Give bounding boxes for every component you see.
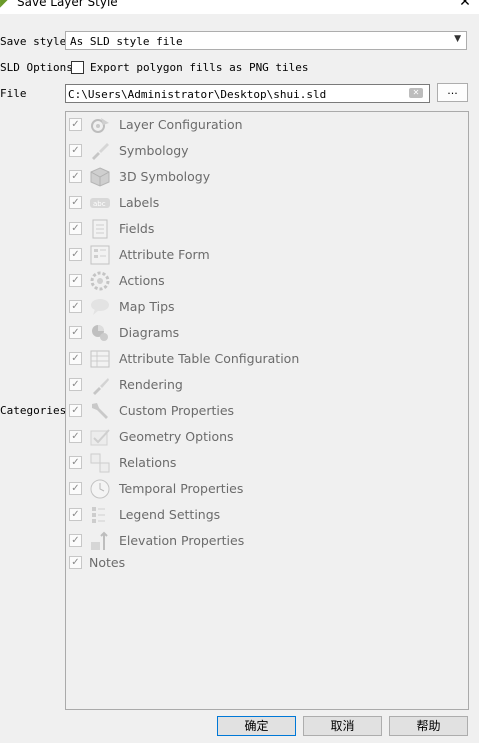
form-icon <box>90 245 110 265</box>
category-label: Diagrams <box>119 325 180 340</box>
symbology-brush-icon <box>92 143 109 160</box>
categories-label: Categories <box>0 404 67 417</box>
category-label: Labels <box>119 195 160 210</box>
geometry-check-icon <box>90 429 110 446</box>
category-label: Layer Configuration <box>119 117 243 132</box>
category-label: Legend Settings <box>119 507 221 522</box>
svg-text:abc: abc <box>93 200 106 208</box>
category-checkbox[interactable]: ✓ <box>69 352 82 365</box>
category-label: Actions <box>119 273 165 288</box>
cancel-button[interactable]: 取消 <box>303 716 382 736</box>
category-checkbox[interactable]: ✓ <box>69 556 82 569</box>
title-bar: ◤ Save Layer Style ✕ <box>0 0 479 14</box>
window-title: Save Layer Style <box>17 0 118 9</box>
file-path-value: C:\Users\Administrator\Desktop\shui.sld <box>68 88 327 101</box>
export-png-tiles-label[interactable]: Export polygon fills as PNG tiles <box>90 61 309 74</box>
category-checkbox[interactable]: ✓ <box>69 482 82 495</box>
category-label: Attribute Table Configuration <box>119 351 300 366</box>
file-label: File <box>0 87 27 100</box>
category-checkbox[interactable]: ✓ <box>69 248 82 261</box>
category-checkbox[interactable]: ✓ <box>69 326 82 339</box>
export-png-tiles-checkbox[interactable] <box>71 61 84 74</box>
category-checkbox[interactable]: ✓ <box>69 534 82 547</box>
chevron-down-icon: ▼ <box>454 34 461 44</box>
category-label: Fields <box>119 221 155 236</box>
labels-abc-icon: abc <box>90 198 110 208</box>
category-checkbox[interactable]: ✓ <box>69 430 82 443</box>
category-label: 3D Symbology <box>119 169 211 184</box>
qgis-logo-icon: ◤ <box>0 0 10 10</box>
browse-button[interactable]: ... <box>437 83 468 102</box>
fields-icon <box>92 219 108 239</box>
category-checkbox[interactable]: ✓ <box>69 508 82 521</box>
category-label: Temporal Properties <box>119 481 244 496</box>
elevation-icon <box>91 531 108 550</box>
category-label: Custom Properties <box>119 403 235 418</box>
category-checkbox[interactable]: ✓ <box>69 222 82 235</box>
legend-icon <box>92 507 105 523</box>
category-checkbox[interactable]: ✓ <box>69 378 82 391</box>
category-checkbox[interactable]: ✓ <box>69 300 82 313</box>
category-label: Relations <box>119 455 177 470</box>
category-label: Notes <box>89 555 126 570</box>
speech-bubble-icon <box>91 299 109 315</box>
category-label: Rendering <box>119 377 183 392</box>
category-checkbox[interactable]: ✓ <box>69 456 82 469</box>
category-checkbox[interactable]: ✓ <box>69 196 82 209</box>
actions-gear-icon <box>90 271 110 291</box>
clock-icon <box>90 479 110 499</box>
relations-icon <box>90 453 110 473</box>
clear-icon[interactable]: ✕ <box>409 88 423 98</box>
layer-config-icon <box>91 118 109 133</box>
category-checkbox[interactable]: ✓ <box>69 170 82 183</box>
table-icon <box>90 350 110 368</box>
category-checkbox[interactable]: ✓ <box>69 144 82 157</box>
save-style-dropdown[interactable]: As SLD style file ▼ <box>65 31 467 50</box>
save-style-label: Save style <box>0 35 67 48</box>
paintbrush-icon <box>93 378 109 395</box>
category-checkbox[interactable]: ✓ <box>69 118 82 131</box>
category-label: Geometry Options <box>119 429 234 444</box>
categories-list[interactable]: ✓ Layer Configuration ✓ Symbology ✓ 3D S… <box>65 111 469 710</box>
pie-chart-icon <box>92 325 108 341</box>
file-path-input[interactable]: C:\Users\Administrator\Desktop\shui.sld … <box>65 84 430 103</box>
ok-button[interactable]: 确定 <box>217 716 296 736</box>
category-checkbox[interactable]: ✓ <box>69 404 82 417</box>
category-label: Symbology <box>119 143 189 158</box>
save-style-value: As SLD style file <box>70 35 183 48</box>
category-checkbox[interactable]: ✓ <box>69 274 82 287</box>
wrench-icon <box>92 403 108 419</box>
cube-icon <box>90 167 110 187</box>
sld-options-label: SLD Options <box>0 61 73 74</box>
category-label: Elevation Properties <box>119 533 245 548</box>
close-icon[interactable]: ✕ <box>456 0 474 12</box>
category-label: Map Tips <box>119 299 175 314</box>
help-button[interactable]: 帮助 <box>389 716 468 736</box>
category-label: Attribute Form <box>119 247 210 262</box>
